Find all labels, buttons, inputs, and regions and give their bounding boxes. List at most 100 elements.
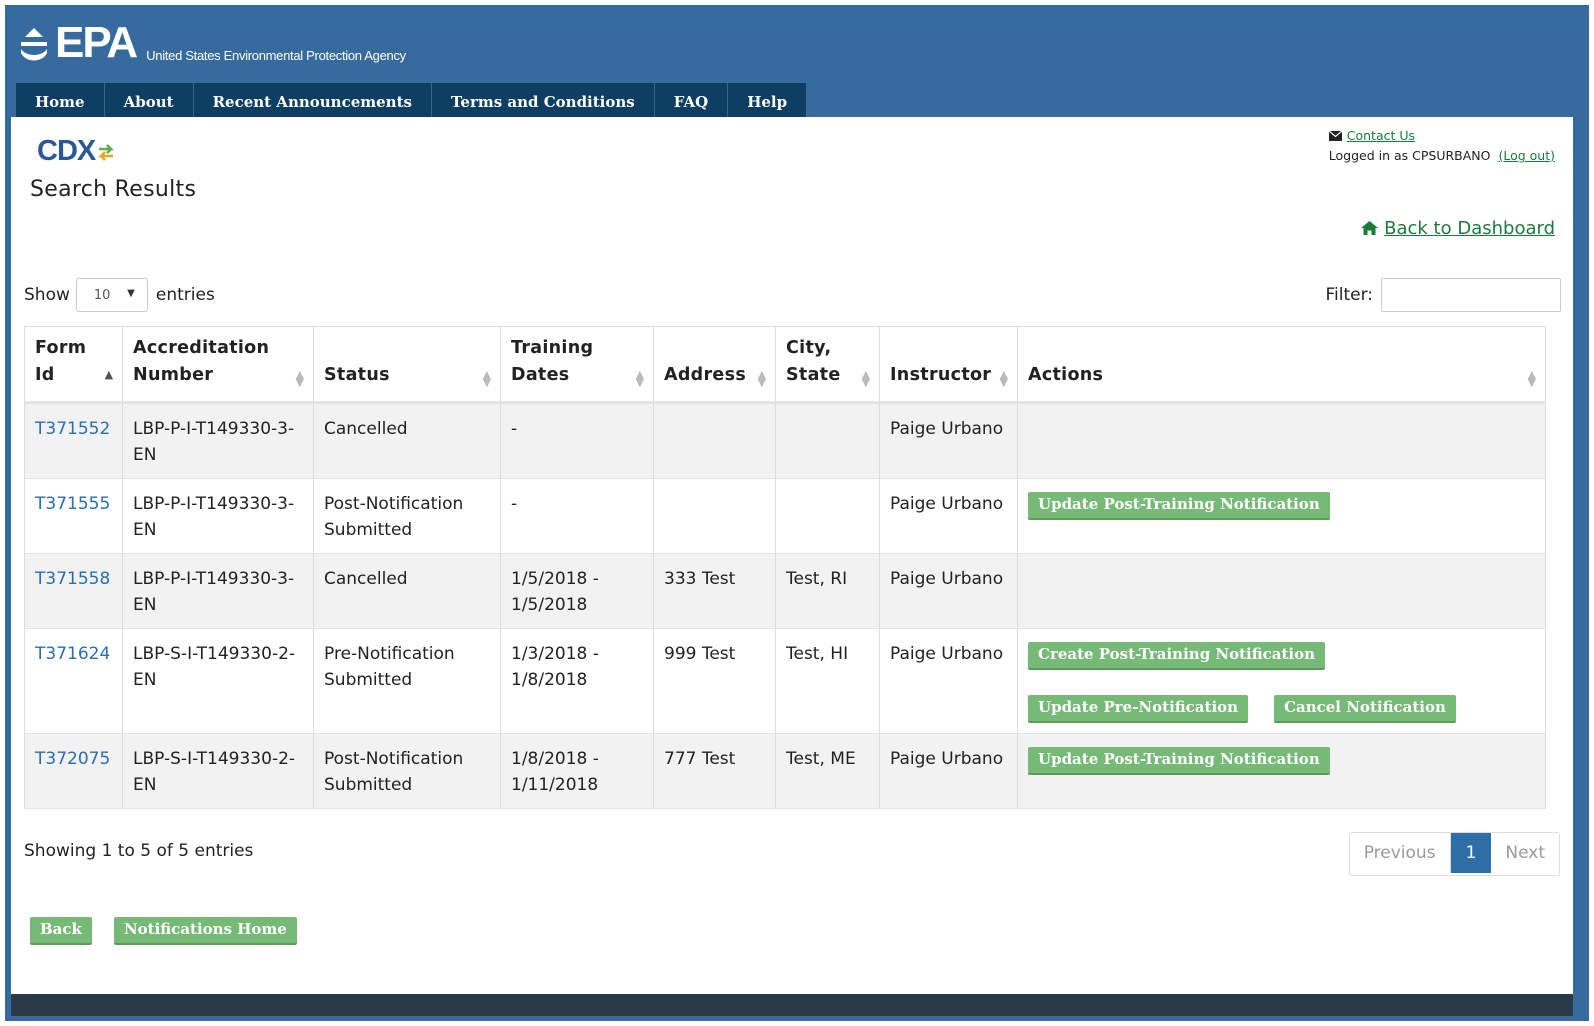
form-id-link[interactable]: T371624 [35,644,110,664]
epa-wordmark: EPA [55,18,138,67]
cell-dates: - [500,478,654,554]
table-row: T371552 LBP-P-I-T149330-3-EN Cancelled -… [24,402,1546,479]
cell-city-state [775,402,880,479]
form-id-link[interactable]: T371555 [35,494,110,514]
contact-us-link[interactable]: Contact Us [1347,128,1415,143]
cell-dates: 1/3/2018 - 1/8/2018 [500,628,654,734]
cell-dates: - [500,402,654,479]
filter-input[interactable] [1381,278,1561,312]
cdx-logo: CDX [37,135,115,168]
cell-accreditation: LBP-S-I-T149330-2-EN [122,733,314,809]
agency-name: United States Environmental Protection A… [146,48,406,63]
cancel-notification-button[interactable]: Cancel Notification [1274,695,1456,723]
column-header-label: City, State [786,338,841,385]
page-size-select[interactable]: 10 ▼ [75,278,148,312]
cell-form-id: T371558 [24,553,123,629]
cell-instructor: Paige Urbano [879,553,1018,629]
cell-actions: Update Post-Training Notification [1017,478,1546,554]
results-table: Form Id ▲▼ Accreditation Number ▲▼ Status ▲… [24,326,1546,809]
logout-link[interactable]: (Log out) [1498,148,1555,163]
table-row: T371624 LBP-S-I-T149330-2-EN Pre-Notific… [24,628,1546,734]
column-header-instructor[interactable]: Instructor ▲ ▼ [879,326,1018,404]
cell-address [653,402,776,479]
back-button[interactable]: Back [30,917,92,945]
cell-actions: Update Post-Training Notification [1017,733,1546,809]
update-post-training-notification-button[interactable]: Update Post-Training Notification [1028,747,1330,775]
pagination: Previous 1 Next [1348,832,1560,876]
cell-form-id: T371624 [24,628,123,734]
site-header: EPA United States Environmental Protecti… [5,5,1589,122]
cell-actions [1017,402,1546,479]
cell-status: Post-Notification Submitted [313,478,501,554]
cell-address [653,478,776,554]
cell-status: Cancelled [313,402,501,479]
column-header-label: Accreditation Number [133,338,270,385]
page-title: Search Results [30,177,197,202]
notifications-home-button[interactable]: Notifications Home [113,917,297,945]
column-header-label: Address [664,365,747,385]
form-id-link[interactable]: T371552 [35,419,110,439]
back-to-dashboard[interactable]: Back to Dashboard [1361,218,1555,239]
chevron-down-icon: ▼ [127,288,135,299]
sort-icon: ▲▼ [861,368,871,389]
column-header-address[interactable]: Address ▲ ▼ [653,326,776,404]
cell-form-id: T371555 [24,478,123,554]
cell-status: Pre-Notification Submitted [313,628,501,734]
column-header-form-id[interactable]: Form Id ▲▼ [24,326,123,404]
cell-accreditation: LBP-P-I-T149330-3-EN [122,553,314,629]
pagination-previous[interactable]: Previous [1350,833,1451,873]
sort-icon: ▲▼ [757,368,767,389]
page-size-value: 10 [93,288,111,303]
cell-dates: 1/8/2018 - 1/11/2018 [500,733,654,809]
main-content: CDX Search Results Contact Us Logged in … [11,117,1573,994]
logged-in-text: Logged in as CPSURBANO [1328,148,1491,163]
sort-icon: ▲▼ [999,368,1009,389]
form-id-link[interactable]: T372075 [35,749,110,769]
cell-form-id: T371552 [24,402,123,479]
update-post-training-notification-button[interactable]: Update Post-Training Notification [1028,492,1330,520]
column-header-label: Training Dates [511,338,594,385]
cell-instructor: Paige Urbano [879,628,1018,734]
cell-instructor: Paige Urbano [879,733,1018,809]
column-header-city-state[interactable]: City, State ▲ ▼ [775,326,880,404]
table-row: T372075 LBP-S-I-T149330-2-EN Post-Notifi… [24,733,1546,809]
cell-status: Post-Notification Submitted [313,733,501,809]
cell-accreditation: LBP-S-I-T149330-2-EN [122,628,314,734]
sort-icon: ▲▼ [1527,368,1537,389]
cell-dates: 1/5/2018 - 1/5/2018 [500,553,654,629]
filter-label: Filter: [1325,285,1373,305]
user-box: Contact Us Logged in as CPSURBANO (Log o… [1328,126,1555,166]
column-header-label: Form Id [35,338,87,385]
cell-status: Cancelled [313,553,501,629]
page-length-control: Show 10 ▼ entries [24,277,215,313]
column-header-label: Instructor [890,365,992,385]
form-id-link[interactable]: T371558 [35,569,110,589]
home-icon [1361,221,1379,235]
column-header-training-dates[interactable]: Training Dates ▲ ▼ [500,326,654,404]
epa-logo-icon [21,28,47,61]
cell-address: 777 Test [653,733,776,809]
cell-instructor: Paige Urbano [879,402,1018,479]
cell-instructor: Paige Urbano [879,478,1018,554]
sort-icon: ▲▼ [635,368,645,389]
update-pre-notification-button[interactable]: Update Pre-Notification [1028,695,1249,723]
cell-address: 333 Test [653,553,776,629]
envelope-icon [1328,131,1342,141]
column-header-actions[interactable]: Actions ▲ ▼ [1017,326,1546,404]
epa-logo[interactable]: EPA United States Environmental Protecti… [17,21,406,65]
column-header-label: Actions [1028,365,1104,385]
column-header-status[interactable]: Status ▲ ▼ [313,326,501,404]
table-row: T371558 LBP-P-I-T149330-3-EN Cancelled 1… [24,553,1546,629]
column-header-accreditation-number[interactable]: Accreditation Number ▲ ▼ [122,326,314,404]
pagination-next[interactable]: Next [1491,833,1559,873]
back-to-dashboard-link[interactable]: Back to Dashboard [1384,218,1555,239]
cell-address: 999 Test [653,628,776,734]
show-label: Show [24,285,70,305]
pagination-page-1[interactable]: 1 [1450,833,1492,873]
sort-icon: ▲▼ [295,368,305,389]
column-header-label: Status [324,365,390,385]
create-post-training-notification-button[interactable]: Create Post-Training Notification [1028,642,1326,670]
cdx-wordmark: CDX [37,135,96,167]
table-info: Showing 1 to 5 of 5 entries [24,841,254,861]
bottom-actions: Back Notifications Home [30,917,297,945]
